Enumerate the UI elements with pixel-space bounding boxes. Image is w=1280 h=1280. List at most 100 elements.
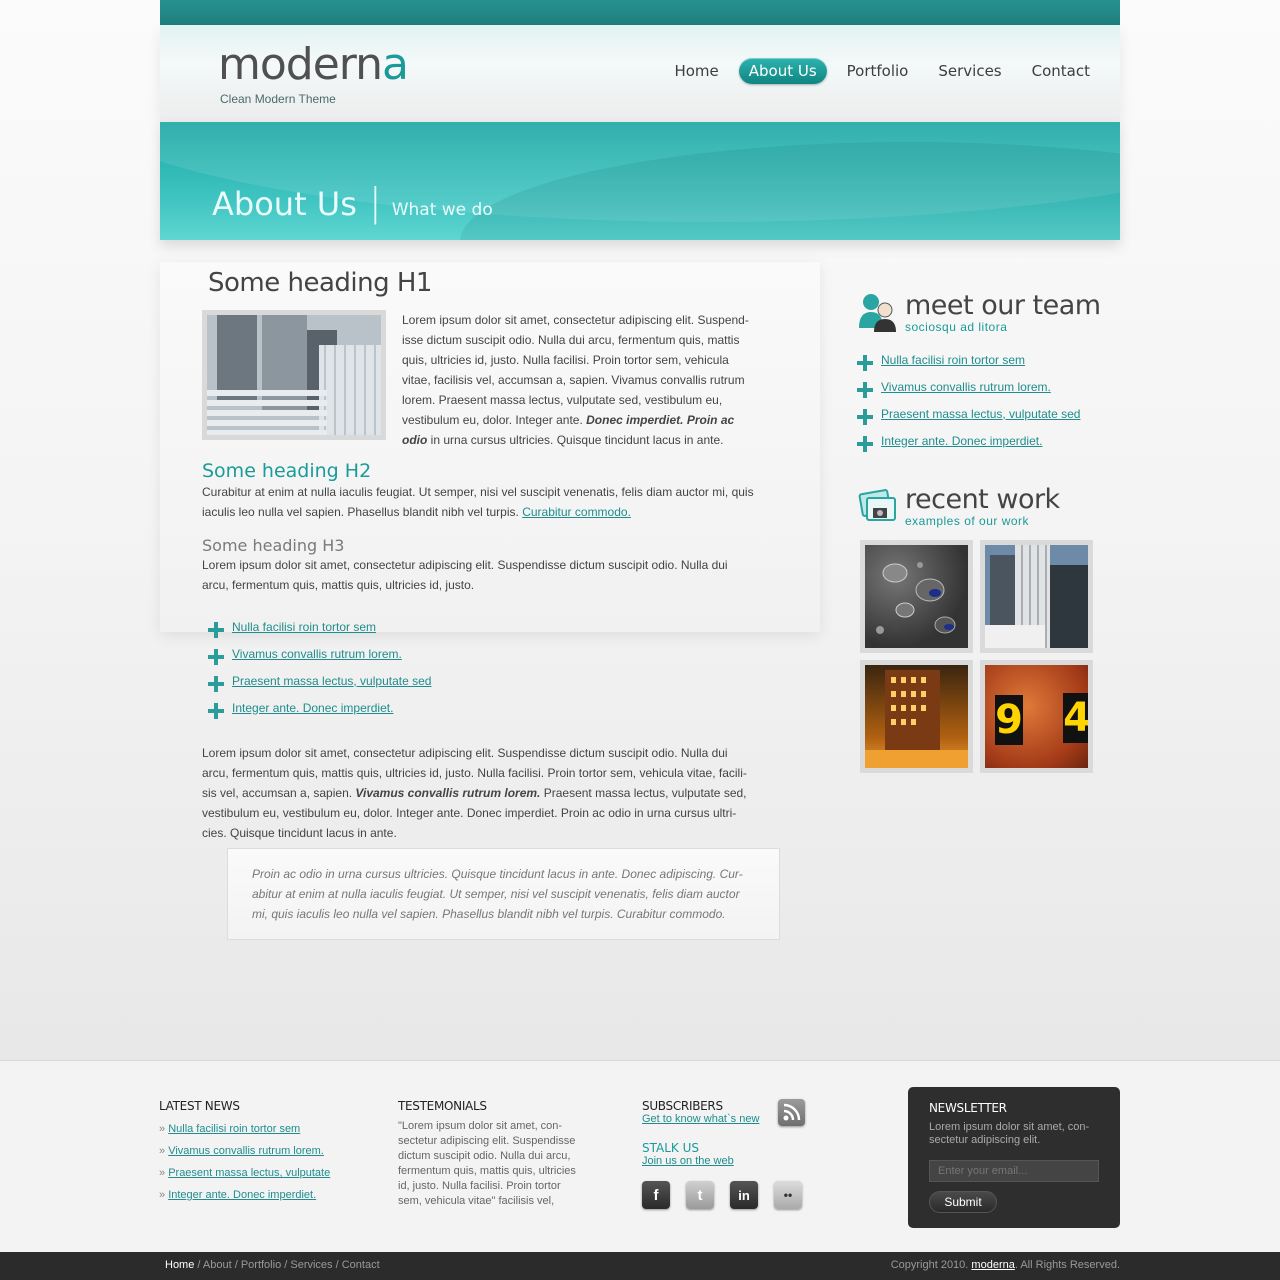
footer-nav-about[interactable]: About bbox=[203, 1259, 232, 1271]
plus-icon bbox=[208, 702, 224, 719]
list-item: » Praesent massa lectus, vulputate bbox=[159, 1167, 330, 1189]
rusty-numbers-image: 9 4 bbox=[985, 665, 1088, 768]
copyright: Copyright 2010. moderna. All Rights Rese… bbox=[891, 1259, 1120, 1271]
social-icons: f t in •• bbox=[642, 1181, 812, 1209]
work-thumbnail[interactable] bbox=[860, 540, 973, 653]
news-bullet: » bbox=[159, 1123, 166, 1135]
body-bold: Vivamus convallis rutrum lorem. bbox=[355, 786, 541, 800]
plus-icon bbox=[208, 675, 224, 692]
news-link[interactable]: Integer ante. Donec imperdiet. bbox=[168, 1189, 316, 1201]
h2-text: Curabitur at enim at nulla iaculis feugi… bbox=[202, 485, 754, 519]
stalk-heading: STALK US bbox=[642, 1141, 699, 1155]
list-link[interactable]: Vivamus convallis rutrum lorem. bbox=[232, 647, 402, 661]
blockquote: Proin ac odio in urna cursus ultricies. … bbox=[227, 848, 780, 940]
testimonials: TESTEMONIALS "Lorem ipsum dolor sit amet… bbox=[398, 1099, 578, 1209]
newsletter-submit-button[interactable]: Submit bbox=[929, 1191, 997, 1213]
photos-icon bbox=[857, 486, 899, 526]
list-item: » Vivamus convallis rutrum lorem. bbox=[159, 1145, 330, 1167]
nav-contact[interactable]: Contact bbox=[1022, 58, 1100, 84]
top-bar bbox=[160, 0, 1120, 25]
nav-home[interactable]: Home bbox=[664, 58, 728, 84]
number-4-tile: 4 bbox=[1063, 693, 1088, 743]
team-icon bbox=[857, 292, 899, 332]
work-thumbnail[interactable] bbox=[980, 540, 1093, 653]
main-nav: Home About Us Portfolio Services Contact bbox=[664, 58, 1100, 84]
list-item: Vivamus convallis rutrum lorem. bbox=[208, 640, 757, 667]
list-link[interactable]: Integer ante. Donec imperdiet. bbox=[232, 701, 393, 715]
h2-paragraph: Curabitur at enim at nulla iaculis feugi… bbox=[202, 482, 757, 522]
list-link[interactable]: Nulla facilisi roin tortor sem bbox=[232, 620, 376, 634]
banner-title-group: About Us | What we do bbox=[212, 180, 493, 224]
team-subtitle: sociosqu ad litora bbox=[905, 320, 1008, 334]
curabitur-link[interactable]: Curabitur commodo. bbox=[522, 505, 631, 519]
latest-news: LATEST NEWS » Nulla facilisi roin tortor… bbox=[159, 1099, 330, 1211]
list-link[interactable]: Praesent massa lectus, vulputate sed bbox=[232, 674, 431, 688]
work-thumbnail[interactable] bbox=[860, 660, 973, 773]
work-title: recent work bbox=[905, 484, 1060, 515]
nav-about-us[interactable]: About Us bbox=[738, 58, 827, 84]
footer-nav-contact[interactable]: Contact bbox=[342, 1259, 380, 1271]
body-paragraph: Lorem ipsum dolor sit amet, consectetur … bbox=[202, 743, 757, 843]
nav-portfolio[interactable]: Portfolio bbox=[837, 58, 919, 84]
facebook-icon[interactable]: f bbox=[642, 1181, 670, 1209]
newsletter-email-input[interactable] bbox=[929, 1160, 1099, 1182]
intro-photo bbox=[202, 310, 386, 440]
work-subtitle: examples of our work bbox=[905, 514, 1030, 528]
h3-paragraph: Lorem ipsum dolor sit amet, consectetur … bbox=[202, 558, 728, 592]
footer-nav-services[interactable]: Services bbox=[290, 1259, 332, 1271]
newsletter-heading: NEWSLETTER bbox=[929, 1101, 1007, 1115]
flickr-icon[interactable]: •• bbox=[774, 1181, 802, 1209]
team-title: meet our team bbox=[905, 290, 1101, 321]
news-bullet: » bbox=[159, 1189, 166, 1201]
news-bullet: » bbox=[159, 1167, 166, 1179]
footer-nav-home[interactable]: Home bbox=[165, 1259, 194, 1271]
nav-services[interactable]: Services bbox=[928, 58, 1011, 84]
testimonials-heading: TESTEMONIALS bbox=[398, 1099, 487, 1113]
work-thumbnail[interactable]: 9 4 bbox=[980, 660, 1093, 773]
footer-nav: Home / About / Portfolio / Services / Co… bbox=[165, 1259, 380, 1271]
linkedin-icon[interactable]: in bbox=[730, 1181, 758, 1209]
team-links: Nulla facilisi roin tortor sem Vivamus c… bbox=[857, 346, 1107, 454]
footer-nav-portfolio[interactable]: Portfolio bbox=[241, 1259, 281, 1271]
footer-nav-sep: / bbox=[332, 1259, 342, 1271]
list-item: Nulla facilisi roin tortor sem bbox=[208, 613, 757, 640]
team-header: meet our team sociosqu ad litora bbox=[857, 292, 1107, 334]
plus-icon bbox=[208, 648, 224, 665]
intro-text: Lorem ipsum dolor sit amet, consectetur … bbox=[402, 313, 749, 427]
heading-h2: Some heading H2 bbox=[202, 460, 372, 482]
work-header: recent work examples of our work bbox=[857, 486, 1107, 528]
page-subtitle: What we do bbox=[391, 200, 493, 220]
number-9-tile: 9 bbox=[995, 695, 1023, 745]
footer-nav-sep: / bbox=[231, 1259, 241, 1271]
team-link[interactable]: Integer ante. Donec imperdiet. bbox=[881, 434, 1042, 448]
copyright-post: . All Rights Reserved. bbox=[1014, 1259, 1120, 1271]
team-link[interactable]: Nulla facilisi roin tortor sem bbox=[881, 353, 1025, 367]
list-item: Integer ante. Donec imperdiet. bbox=[208, 694, 757, 721]
join-web-link[interactable]: Join us on the web bbox=[642, 1155, 812, 1167]
team-widget: meet our team sociosqu ad litora Nulla f… bbox=[857, 292, 1107, 454]
copyright-brand-link[interactable]: moderna bbox=[971, 1259, 1014, 1271]
work-gallery: 9 4 bbox=[860, 540, 1107, 773]
news-link[interactable]: Praesent massa lectus, vulputate bbox=[168, 1167, 330, 1179]
news-heading: LATEST NEWS bbox=[159, 1099, 240, 1113]
work-titles: recent work examples of our work bbox=[905, 484, 1060, 529]
news-link[interactable]: Nulla facilisi roin tortor sem bbox=[168, 1123, 300, 1135]
logo-accent: a bbox=[381, 39, 409, 90]
banner-separator: | bbox=[368, 180, 382, 224]
list-item: Integer ante. Donec imperdiet. bbox=[857, 427, 1107, 454]
list-item: Praesent massa lectus, vulputate sed bbox=[857, 400, 1107, 427]
heading-h1: Some heading H1 bbox=[208, 268, 432, 298]
news-link[interactable]: Vivamus convallis rutrum lorem. bbox=[168, 1145, 324, 1157]
rss-icon[interactable] bbox=[778, 1099, 805, 1126]
main-content: Some heading H1 Lorem ipsum dolor sit am… bbox=[202, 268, 757, 843]
footer-nav-sep: / bbox=[194, 1259, 203, 1271]
news-list: » Nulla facilisi roin tortor sem » Vivam… bbox=[159, 1123, 330, 1211]
header: moderna Clean Modern Theme Home About Us… bbox=[160, 25, 1120, 122]
twitter-icon[interactable]: t bbox=[686, 1181, 714, 1209]
team-link[interactable]: Vivamus convallis rutrum lorem. bbox=[881, 380, 1051, 394]
copyright-pre: Copyright 2010. bbox=[890, 1259, 969, 1271]
plus-icon bbox=[857, 354, 873, 371]
team-link[interactable]: Praesent massa lectus, vulputate sed bbox=[881, 407, 1080, 421]
logo[interactable]: moderna bbox=[218, 43, 409, 87]
list-item: Nulla facilisi roin tortor sem bbox=[857, 346, 1107, 373]
